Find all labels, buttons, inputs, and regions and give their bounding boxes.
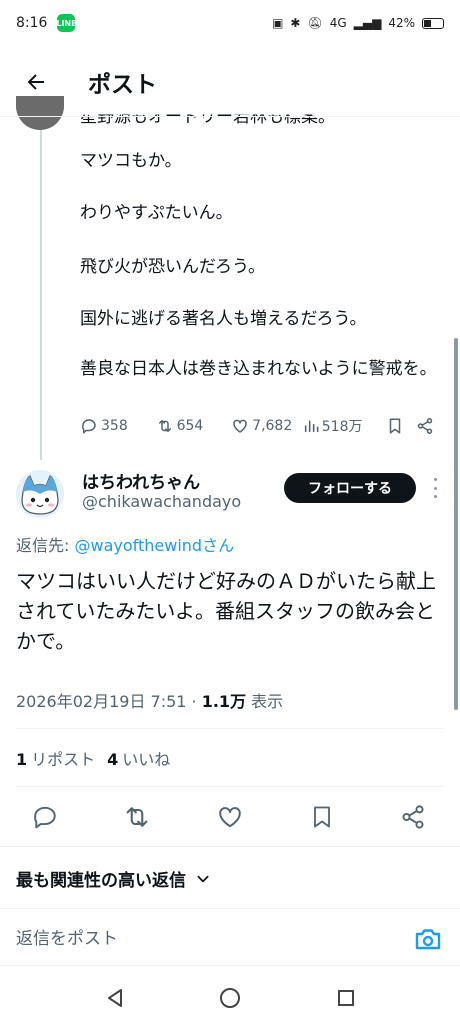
follow-button[interactable]: フォローする (284, 473, 416, 503)
reply-to-prefix: 返信先: (16, 536, 75, 555)
parent-avatar[interactable] (16, 96, 64, 130)
parent-paragraph: マツコもか。 (80, 151, 182, 171)
views-icon (304, 420, 319, 433)
nav-back-button[interactable] (103, 986, 127, 1010)
bookmark-button[interactable] (305, 800, 339, 834)
divider (16, 728, 444, 729)
like-total: 4 (107, 750, 119, 769)
repost-total: 1 (16, 750, 28, 769)
author-name[interactable]: はちわれちゃん (82, 468, 200, 493)
reply-sort-dropdown[interactable]: 最も関連性の高い返信 (16, 866, 210, 891)
hachiware-avatar-icon (16, 470, 64, 518)
like-icon (233, 419, 247, 433)
repost-metric[interactable]: 654 (156, 417, 232, 435)
camera-button[interactable] (414, 926, 442, 952)
parent-paragraph: 善良な日本人は巻き込まれないように警戒を。 (80, 359, 437, 379)
square-recents-icon (338, 990, 354, 1006)
post-timestamp: 2026年02月19日 7:51 · 1.1万 表示 (16, 688, 283, 712)
like-metric[interactable]: 7,682 (231, 417, 303, 435)
share-button[interactable] (416, 417, 440, 435)
status-bar: 8:16 LINE ▣ ✱ 🔕︎ 4G ▂▄▆ 42% (0, 0, 460, 46)
views-label: 表示 (246, 692, 284, 711)
header-border (0, 116, 460, 117)
reply-sort-label: 最も関連性の高い返信 (16, 871, 186, 891)
like-summary[interactable]: 4 いいね (107, 746, 170, 770)
repost-icon (158, 420, 171, 432)
timestamp-date: 2026年02月19日 7:51 · (16, 692, 202, 711)
page-title: ポスト (88, 72, 157, 98)
battery-icon (422, 17, 444, 29)
reply-to-line: 返信先: @wayofthewindさん (16, 532, 234, 556)
triangle-back-icon (108, 989, 122, 1007)
reply-icon (82, 419, 96, 434)
parent-paragraph: 国外に逃げる著名人も増えるだろう。 (80, 309, 367, 329)
bookmark-icon (390, 418, 401, 434)
divider (0, 846, 460, 847)
nav-home-button[interactable] (218, 986, 242, 1010)
reply-input[interactable] (16, 929, 396, 949)
back-arrow-icon (27, 74, 44, 90)
network-type: 4G (329, 16, 347, 30)
views-total[interactable]: 1.1万 (202, 692, 246, 711)
like-count: 7,682 (252, 418, 293, 434)
reply-icon (34, 806, 56, 829)
repost-icon (126, 807, 148, 827)
scrollbar[interactable] (454, 338, 458, 710)
reply-count: 358 (101, 418, 128, 434)
parent-paragraph: 飛び火が恐いんだろう。 (80, 257, 265, 277)
bookmark-button[interactable] (386, 417, 416, 435)
author-handle[interactable]: @chikawachandayo (82, 492, 241, 511)
signal-icon: ▂▄▆ (353, 16, 382, 30)
mute-icon: 🔕︎ (307, 16, 323, 30)
bluetooth-icon: ✱ (290, 16, 301, 30)
battery-percent: 42% (388, 16, 415, 30)
repost-button[interactable] (120, 800, 154, 834)
bookmark-icon (314, 806, 330, 828)
repost-summary-label: リポスト (31, 750, 96, 769)
repost-summary[interactable]: 1 リポスト (16, 746, 95, 770)
post-action-bar (0, 800, 460, 834)
nfc-icon: ▣ (272, 16, 284, 30)
share-button[interactable] (396, 800, 430, 834)
author-avatar[interactable] (16, 470, 64, 518)
repost-count: 654 (176, 418, 204, 434)
post-text: マツコはいい人だけど好みのＡＤがいたら献上されていたみたいよ。番組スタッフの飲み… (16, 569, 436, 653)
thread-line (40, 116, 42, 460)
circle-home-icon (220, 988, 240, 1008)
camera-icon (415, 929, 441, 950)
parent-metrics: 358 654 7,682 518万 (80, 416, 440, 436)
reply-button[interactable] (28, 800, 62, 834)
app-bar: ポスト (0, 52, 460, 112)
reply-to-mention[interactable]: @wayofthewindさん (74, 536, 234, 555)
status-icons: ▣ ✱ 🔕︎ 4G ▂▄▆ 42% (272, 16, 444, 30)
share-icon (417, 418, 433, 434)
line-app-icon: LINE (56, 14, 77, 32)
reply-composer (0, 908, 460, 966)
divider (16, 786, 444, 787)
parent-paragraph: わりやすぷたいん。 (80, 203, 233, 223)
engagement-counts: 1 リポスト 4 いいね (16, 746, 170, 770)
share-icon (402, 805, 424, 829)
chevron-down-icon (197, 875, 209, 882)
like-summary-label: いいね (122, 750, 171, 769)
views-count: 518万 (321, 419, 363, 435)
reply-metric[interactable]: 358 (80, 417, 156, 435)
like-icon (219, 807, 241, 828)
status-time: 8:16 (16, 15, 48, 31)
system-nav-bar (0, 972, 460, 1024)
views-metric[interactable]: 518万 (303, 416, 387, 436)
nav-recents-button[interactable] (334, 986, 358, 1010)
like-button[interactable] (213, 800, 247, 834)
more-options-icon[interactable] (430, 478, 440, 498)
